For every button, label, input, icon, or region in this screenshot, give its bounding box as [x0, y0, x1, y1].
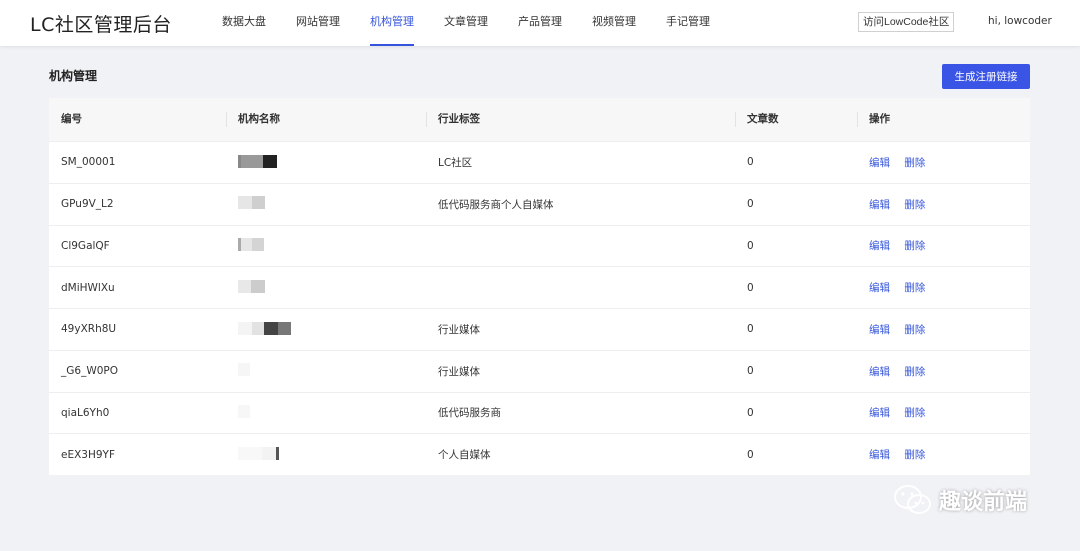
edit-link[interactable]: 编辑 [869, 199, 890, 211]
cell-name-redacted [226, 238, 426, 255]
cell-id: _G6_W0PO [61, 365, 118, 378]
redaction-block [238, 405, 250, 419]
watermark: 趣谈前端 [893, 483, 1027, 517]
redaction-block [238, 446, 279, 460]
cell-name-redacted [226, 446, 426, 463]
cell-name-redacted [226, 405, 426, 422]
cell-tag: 行业媒体 [438, 323, 480, 336]
table-row: 49yXRh8U 行业媒体 0 编辑 删除 [49, 308, 1030, 350]
visit-community-button[interactable]: 访问LowCode社区 [858, 12, 955, 32]
delete-link[interactable]: 删除 [904, 282, 925, 294]
cell-name-redacted [226, 196, 426, 213]
delete-link[interactable]: 删除 [904, 449, 925, 461]
cell-tag: 个人自媒体 [438, 449, 491, 462]
edit-link[interactable]: 编辑 [869, 407, 890, 419]
table-row: SM_00001 LC社区 0 编辑 删除 [49, 141, 1030, 183]
nav-item-dashboard[interactable]: 数据大盘 [222, 0, 266, 46]
cell-id: 49yXRh8U [61, 323, 117, 336]
cell-actions: 编辑 删除 [857, 280, 1030, 295]
column-header-tag: 行业标签 [426, 98, 735, 141]
edit-link[interactable]: 编辑 [869, 366, 890, 378]
delete-link[interactable]: 删除 [904, 407, 925, 419]
edit-link[interactable]: 编辑 [869, 240, 890, 252]
table-row: Cl9GalQF 0 编辑 删除 [49, 224, 1030, 267]
cell-tag: 低代码服务商 [438, 407, 501, 420]
cell-article-count: 0 [747, 239, 754, 252]
table-row: dMiHWlXu 0 编辑 删除 [49, 266, 1030, 308]
cell-id: SM_00001 [61, 156, 116, 169]
generate-register-link-button[interactable]: 生成注册链接 [942, 64, 1030, 89]
column-header-id: 编号 [61, 113, 82, 125]
cell-article-count: 0 [747, 156, 754, 169]
column-header-article-count: 文章数 [735, 98, 857, 141]
cell-tag: 低代码服务商个人自媒体 [438, 198, 554, 211]
nav-item-products[interactable]: 产品管理 [518, 0, 562, 46]
nav-item-organizations[interactable]: 机构管理 [370, 0, 414, 46]
main-nav: 数据大盘 网站管理 机构管理 文章管理 产品管理 视频管理 手记管理 [222, 0, 740, 46]
redaction-block [238, 238, 264, 252]
page-title: 机构管理 [49, 69, 98, 83]
cell-name-redacted [226, 154, 426, 171]
edit-link[interactable]: 编辑 [869, 282, 890, 294]
cell-id: GPu9V_L2 [61, 198, 114, 211]
cell-actions: 编辑 删除 [857, 364, 1030, 379]
delete-link[interactable]: 删除 [904, 240, 925, 252]
table-row: _G6_W0PO 行业媒体 0 编辑 删除 [49, 349, 1030, 392]
nav-item-videos[interactable]: 视频管理 [592, 0, 636, 46]
column-header-name: 机构名称 [226, 98, 426, 141]
cell-actions: 编辑 删除 [857, 322, 1030, 337]
redaction-block [238, 363, 250, 377]
top-header: LC社区管理后台 数据大盘 网站管理 机构管理 文章管理 产品管理 视频管理 手… [0, 0, 1080, 46]
redaction-block [238, 321, 291, 335]
cell-actions: 编辑 删除 [857, 405, 1030, 420]
column-header-actions: 操作 [857, 98, 1030, 141]
user-greeting[interactable]: hi, lowcoder [988, 15, 1052, 27]
cell-name-redacted [226, 321, 426, 338]
cell-actions: 编辑 删除 [857, 197, 1030, 212]
cell-tag: LC社区 [438, 156, 473, 169]
nav-item-notes[interactable]: 手记管理 [666, 0, 710, 46]
cell-article-count: 0 [747, 448, 754, 461]
delete-link[interactable]: 删除 [904, 157, 925, 169]
wechat-icon [894, 485, 931, 514]
cell-id: Cl9GalQF [61, 239, 110, 252]
cell-actions: 编辑 删除 [857, 238, 1030, 253]
app-logo: LC社区管理后台 [30, 14, 172, 36]
cell-actions: 编辑 删除 [857, 155, 1030, 170]
table-header: 编号 机构名称 行业标签 文章数 操作 [49, 98, 1030, 141]
table-row: eEX3H9YF 个人自媒体 0 编辑 删除 [49, 433, 1030, 475]
cell-article-count: 0 [747, 406, 754, 419]
cell-article-count: 0 [747, 323, 754, 336]
cell-article-count: 0 [747, 365, 754, 378]
cell-tag: 行业媒体 [438, 365, 480, 378]
cell-article-count: 0 [747, 198, 754, 211]
organization-table: 编号 机构名称 行业标签 文章数 操作 SM_00001 LC社区 0 编辑 删… [49, 98, 1030, 475]
table-row: qiaL6Yh0 低代码服务商 0 编辑 删除 [49, 391, 1030, 434]
edit-link[interactable]: 编辑 [869, 449, 890, 461]
nav-item-articles[interactable]: 文章管理 [444, 0, 488, 46]
redaction-block [238, 196, 265, 210]
cell-name-redacted [226, 363, 426, 380]
nav-item-website[interactable]: 网站管理 [296, 0, 340, 46]
edit-link[interactable]: 编辑 [869, 157, 890, 169]
redaction-block [238, 154, 277, 168]
cell-article-count: 0 [747, 281, 754, 294]
delete-link[interactable]: 删除 [904, 199, 925, 211]
cell-id: qiaL6Yh0 [61, 406, 110, 419]
cell-actions: 编辑 删除 [857, 447, 1030, 462]
redaction-block [238, 279, 265, 293]
watermark-text: 趣谈前端 [939, 490, 1028, 515]
table-row: GPu9V_L2 低代码服务商个人自媒体 0 编辑 删除 [49, 182, 1030, 225]
cell-name-redacted [226, 279, 426, 296]
cell-id: dMiHWlXu [61, 281, 115, 294]
cell-id: eEX3H9YF [61, 448, 115, 461]
delete-link[interactable]: 删除 [904, 324, 925, 336]
delete-link[interactable]: 删除 [904, 366, 925, 378]
edit-link[interactable]: 编辑 [869, 324, 890, 336]
